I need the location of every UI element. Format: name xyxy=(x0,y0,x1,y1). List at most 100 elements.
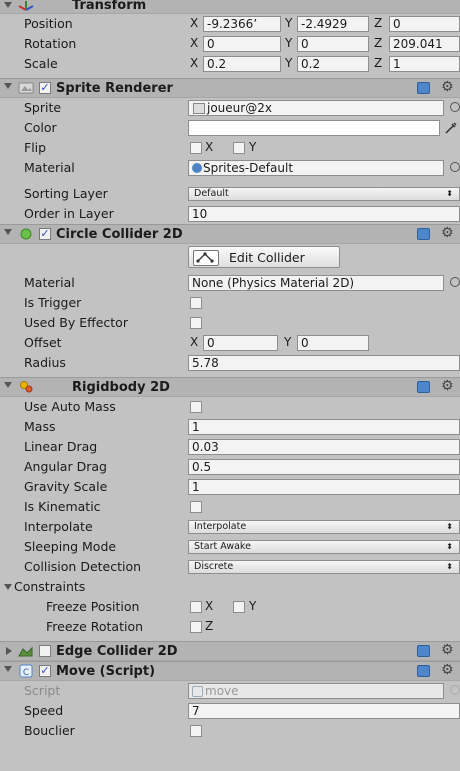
dropdown-value: Interpolate xyxy=(194,521,247,532)
edit-collider-button[interactable]: Edit Collider xyxy=(188,246,340,268)
offset-y-field[interactable]: 0 xyxy=(297,335,369,351)
field-label: Use Auto Mass xyxy=(24,399,116,414)
gear-icon[interactable]: ⚙ xyxy=(441,378,454,394)
help-book-icon[interactable] xyxy=(417,228,430,240)
field-label: Freeze Position xyxy=(46,599,140,614)
position-y-field[interactable]: -2.4929 xyxy=(297,16,369,32)
order-in-layer-field[interactable]: 10 xyxy=(188,206,460,222)
is-trigger-checkbox[interactable] xyxy=(190,297,202,309)
field-label: Color xyxy=(24,120,57,135)
circle-collider-header[interactable]: ✓ Circle Collider 2D ⚙ xyxy=(0,224,460,244)
transform-position-row: Position X -9.2366’ Y -2.4929 Z 0 xyxy=(0,14,460,34)
foldout-arrow-icon[interactable] xyxy=(6,647,12,655)
enabled-checkbox[interactable]: ✓ xyxy=(39,228,51,240)
freeze-position-row: Freeze Position X Y xyxy=(0,597,460,617)
foldout-arrow-icon[interactable] xyxy=(4,382,12,388)
foldout-arrow-icon[interactable] xyxy=(4,2,12,8)
flip-x-checkbox[interactable] xyxy=(190,142,202,154)
is-trigger-row: Is Trigger xyxy=(0,293,460,313)
flip-y-checkbox[interactable] xyxy=(233,142,245,154)
collision-detection-dropdown[interactable]: Discrete ⬍ xyxy=(188,560,460,574)
foldout-arrow-icon[interactable] xyxy=(4,83,12,89)
offset-x-field[interactable]: 0 xyxy=(203,335,278,351)
material-object-field[interactable]: Sprites-Default xyxy=(188,160,444,176)
transform-icon xyxy=(18,1,34,11)
bouclier-checkbox[interactable] xyxy=(190,725,202,737)
enabled-checkbox[interactable]: ✓ xyxy=(39,665,51,677)
speed-field[interactable]: 7 xyxy=(188,703,460,719)
axis-label: Z xyxy=(205,619,214,633)
radius-field[interactable]: 5.78 xyxy=(188,355,460,371)
enabled-checkbox[interactable]: ✓ xyxy=(39,82,51,94)
transform-rotation-row: Rotation X 0 Y 0 Z 209.041 xyxy=(0,34,460,54)
scale-y-field[interactable]: 0.2 xyxy=(297,56,369,72)
field-label: Is Kinematic xyxy=(24,499,101,514)
rotation-x-field[interactable]: 0 xyxy=(203,36,281,52)
help-book-icon[interactable] xyxy=(417,381,430,393)
physics-material-field[interactable]: None (Physics Material 2D) xyxy=(188,275,444,291)
edit-collider-label: Edit Collider xyxy=(229,250,305,265)
interpolate-dropdown[interactable]: Interpolate ⬍ xyxy=(188,520,460,534)
rotation-y-field[interactable]: 0 xyxy=(297,36,369,52)
foldout-arrow-icon[interactable] xyxy=(4,229,12,235)
mass-row: Mass 1 xyxy=(0,417,460,437)
help-book-icon[interactable] xyxy=(417,645,430,657)
dropdown-value: Default xyxy=(194,188,229,199)
edge-collider-header[interactable]: Edge Collider 2D ⚙ xyxy=(0,641,460,661)
gear-icon[interactable]: ⚙ xyxy=(441,642,454,658)
enabled-checkbox[interactable] xyxy=(39,645,51,657)
gear-icon[interactable]: ⚙ xyxy=(441,662,454,678)
axis-label: Z xyxy=(374,36,383,50)
field-label: Constraints xyxy=(14,579,86,594)
axis-label: Y xyxy=(249,599,257,613)
sleeping-mode-dropdown[interactable]: Start Awake ⬍ xyxy=(188,540,460,554)
gear-icon[interactable]: ⚙ xyxy=(441,225,454,241)
interpolate-row: Interpolate Interpolate ⬍ xyxy=(0,517,460,537)
object-picker-icon[interactable] xyxy=(450,277,460,287)
freeze-rotation-z-checkbox[interactable] xyxy=(190,621,202,633)
dropdown-arrow-icon: ⬍ xyxy=(446,562,453,571)
sprite-renderer-header[interactable]: ✓ Sprite Renderer ⚙ xyxy=(0,78,460,98)
color-swatch[interactable] xyxy=(188,120,440,136)
position-z-field[interactable]: 0 xyxy=(389,16,460,32)
axis-label: Y xyxy=(285,36,293,50)
rotation-z-field[interactable]: 209.041 xyxy=(389,36,460,52)
angular-drag-field[interactable]: 0.5 xyxy=(188,459,460,475)
freeze-position-x-checkbox[interactable] xyxy=(190,601,202,613)
is-kinematic-checkbox[interactable] xyxy=(190,501,202,513)
component-title: Rigidbody 2D xyxy=(72,380,170,395)
sprite-value: joueur@2x xyxy=(207,101,272,115)
eyedropper-icon[interactable] xyxy=(444,121,458,135)
use-auto-mass-checkbox[interactable] xyxy=(190,401,202,413)
gear-icon[interactable]: ⚙ xyxy=(441,79,454,95)
foldout-arrow-icon[interactable] xyxy=(4,666,12,672)
help-book-icon[interactable] xyxy=(417,665,430,677)
freeze-position-y-checkbox[interactable] xyxy=(233,601,245,613)
axis-label: X xyxy=(190,335,199,349)
mass-field[interactable]: 1 xyxy=(188,419,460,435)
transform-scale-row: Scale X 0.2 Y 0.2 Z 1 xyxy=(0,54,460,74)
used-by-effector-checkbox[interactable] xyxy=(190,317,202,329)
transform-header[interactable]: Transform xyxy=(0,0,460,14)
sorting-layer-dropdown[interactable]: Default ⬍ xyxy=(188,187,460,201)
field-label: Material xyxy=(24,160,75,175)
object-picker-icon[interactable] xyxy=(450,102,460,112)
object-picker-icon[interactable] xyxy=(450,162,460,172)
foldout-arrow-icon[interactable] xyxy=(4,584,12,590)
scale-z-field[interactable]: 1 xyxy=(389,56,460,72)
rigidbody-header[interactable]: Rigidbody 2D ⚙ xyxy=(0,377,460,397)
move-script-header[interactable]: C ✓ Move (Script) ⚙ xyxy=(0,661,460,681)
gravity-scale-field[interactable]: 1 xyxy=(188,479,460,495)
constraints-row[interactable]: Constraints xyxy=(0,577,460,597)
help-book-icon[interactable] xyxy=(417,82,430,94)
axis-label: X xyxy=(190,56,199,70)
scale-x-field[interactable]: 0.2 xyxy=(203,56,281,72)
linear-drag-field[interactable]: 0.03 xyxy=(188,439,460,455)
position-x-field[interactable]: -9.2366’ xyxy=(203,16,281,32)
use-auto-mass-row: Use Auto Mass xyxy=(0,397,460,417)
sprite-object-field[interactable]: joueur@2x xyxy=(188,100,444,116)
field-label: Interpolate xyxy=(24,519,93,534)
component-title: Circle Collider 2D xyxy=(56,227,183,242)
material-value: Sprites-Default xyxy=(203,161,294,175)
linear-drag-row: Linear Drag 0.03 xyxy=(0,437,460,457)
